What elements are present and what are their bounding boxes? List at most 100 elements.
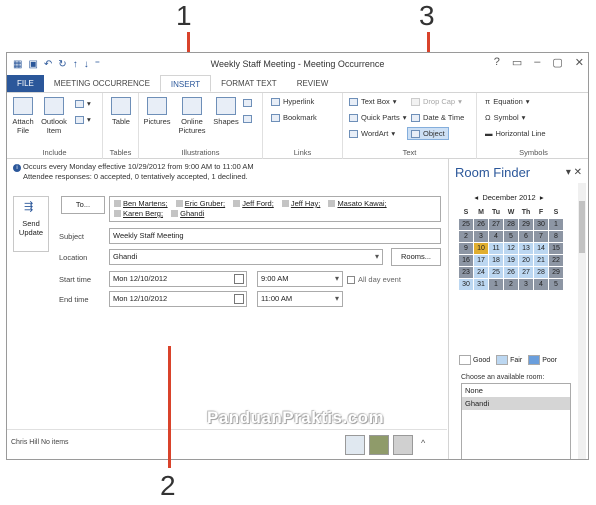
calendar-day[interactable]: 28 [534,267,548,278]
bookmark-button[interactable]: Bookmark [271,113,317,122]
calendar-day[interactable]: 9 [459,243,473,254]
collapse-icon[interactable]: ^ [421,438,425,448]
calendar-day[interactable]: 30 [459,279,473,290]
tab-insert[interactable]: INSERT [159,75,212,92]
horizontal-line-button[interactable]: ▬ Horizontal Line [485,129,546,138]
online-pictures-button[interactable]: Online Pictures [175,97,209,135]
calendar-day[interactable]: 1 [549,219,563,230]
calendar-day[interactable]: 14 [534,243,548,254]
customize-qat-icon[interactable]: ⁼ [95,59,100,70]
calendar-day[interactable]: 2 [459,231,473,242]
close-icon[interactable]: ✕ [575,56,584,69]
calendar-day[interactable]: 6 [519,231,533,242]
calendar-day[interactable]: 18 [489,255,503,266]
attendee-chip[interactable]: Karen Berg; [114,209,163,218]
quick-parts-button[interactable]: Quick Parts ▾ [349,113,407,122]
calendar-day[interactable]: 13 [519,243,533,254]
scrollbar[interactable] [578,183,586,459]
text-box-button[interactable]: Text Box ▾ [349,97,397,106]
location-input[interactable]: Ghandi [109,249,383,265]
attendee-chip[interactable]: Ben Martens; [114,199,168,208]
avatar[interactable] [345,435,365,455]
calendar-day[interactable]: 11 [489,243,503,254]
tab-file[interactable]: FILE [7,75,44,92]
calendar-day[interactable]: 23 [459,267,473,278]
avatar[interactable] [393,435,413,455]
calendar-day[interactable]: 8 [549,231,563,242]
calendar-day[interactable]: 22 [549,255,563,266]
next-month-icon[interactable]: ▸ [540,193,544,202]
calendar-day[interactable]: 24 [474,267,488,278]
calendar-icon[interactable] [234,294,244,304]
attendee-chip[interactable]: Jeff Hay; [282,199,320,208]
shapes-button[interactable]: Shapes [211,97,241,126]
prev-month-icon[interactable]: ◂ [474,193,478,202]
business-card-button[interactable]: ▾ [75,99,91,108]
hyperlink-button[interactable]: Hyperlink [271,97,314,106]
calendar-day[interactable]: 30 [534,219,548,230]
scroll-thumb[interactable] [579,201,585,253]
calendar-day[interactable]: 3 [519,279,533,290]
attach-file-button[interactable]: Attach File [9,97,37,135]
calendar-day[interactable]: 2 [504,279,518,290]
smartart-button[interactable] [243,99,252,107]
calendar-day[interactable]: 17 [474,255,488,266]
table-button[interactable]: Table [105,97,137,126]
calendar-day[interactable]: 3 [474,231,488,242]
calendar-day[interactable]: 26 [504,267,518,278]
end-time-select[interactable]: 11:00 AM [257,291,343,307]
calendar-day[interactable]: 4 [534,279,548,290]
all-day-checkbox[interactable]: All day event [347,275,401,284]
calendar-day[interactable]: 16 [459,255,473,266]
calendar-day[interactable]: 28 [504,219,518,230]
attendee-chip[interactable]: Masato Kawai; [328,199,386,208]
calendar-day[interactable]: 27 [519,267,533,278]
save-icon[interactable]: ▣ [28,59,37,70]
symbol-button[interactable]: Ω Symbol ▾ [485,113,525,122]
help-icon[interactable]: ? [494,56,500,69]
calendar-day[interactable]: 26 [474,219,488,230]
attendee-chip[interactable]: Jeff Ford; [233,199,274,208]
chart-button[interactable] [243,115,252,123]
list-item[interactable]: Ghandi [462,397,570,410]
wordart-button[interactable]: WordArt ▾ [349,129,395,138]
calendar-day[interactable]: 1 [489,279,503,290]
end-date-input[interactable]: Mon 12/10/2012 [109,291,247,307]
subject-input[interactable]: Weekly Staff Meeting [109,228,441,244]
maximize-icon[interactable]: ▢ [552,56,562,69]
pictures-button[interactable]: Pictures [141,97,173,126]
calendar-day[interactable]: 25 [489,267,503,278]
attendees-field[interactable]: Ben Martens; Eric Gruber; Jeff Ford; Jef… [109,196,441,222]
tab-format-text[interactable]: FORMAT TEXT [211,75,287,92]
start-date-input[interactable]: Mon 12/10/2012 [109,271,247,287]
calendar-day[interactable]: 5 [504,231,518,242]
up-arrow-icon[interactable]: ↑ [73,59,78,70]
redo-icon[interactable]: ↻ [58,59,66,70]
minimize-icon[interactable]: – [534,56,540,69]
attendee-chip[interactable]: Eric Gruber; [176,199,225,208]
ribbon-display-icon[interactable]: ▭ [512,56,522,69]
calendar-day[interactable]: 25 [459,219,473,230]
outlook-item-button[interactable]: Outlook Item [37,97,71,135]
calendar-day[interactable]: 19 [504,255,518,266]
calendar-icon[interactable] [234,274,244,284]
drop-cap-button[interactable]: Drop Cap ▾ [411,97,462,106]
object-button[interactable]: Object [407,127,449,140]
calendar-day[interactable]: 31 [474,279,488,290]
calendar-day[interactable]: 15 [549,243,563,254]
calendar-day[interactable]: 10 [474,243,488,254]
calendar-day[interactable]: 20 [519,255,533,266]
calendar-day[interactable]: 12 [504,243,518,254]
signature-button[interactable]: ▾ [75,115,91,124]
calendar-day[interactable]: 29 [549,267,563,278]
avatar[interactable] [369,435,389,455]
rooms-button[interactable]: Rooms... [391,248,441,266]
calendar-day[interactable]: 5 [549,279,563,290]
list-item[interactable]: None [462,384,570,397]
undo-icon[interactable]: ↶ [44,59,52,70]
tab-meeting-occurrence[interactable]: MEETING OCCURRENCE [44,75,160,92]
date-time-button[interactable]: Date & Time [411,113,464,122]
calendar-day[interactable]: 27 [489,219,503,230]
calendar-day[interactable]: 21 [534,255,548,266]
calendar-day[interactable]: 7 [534,231,548,242]
